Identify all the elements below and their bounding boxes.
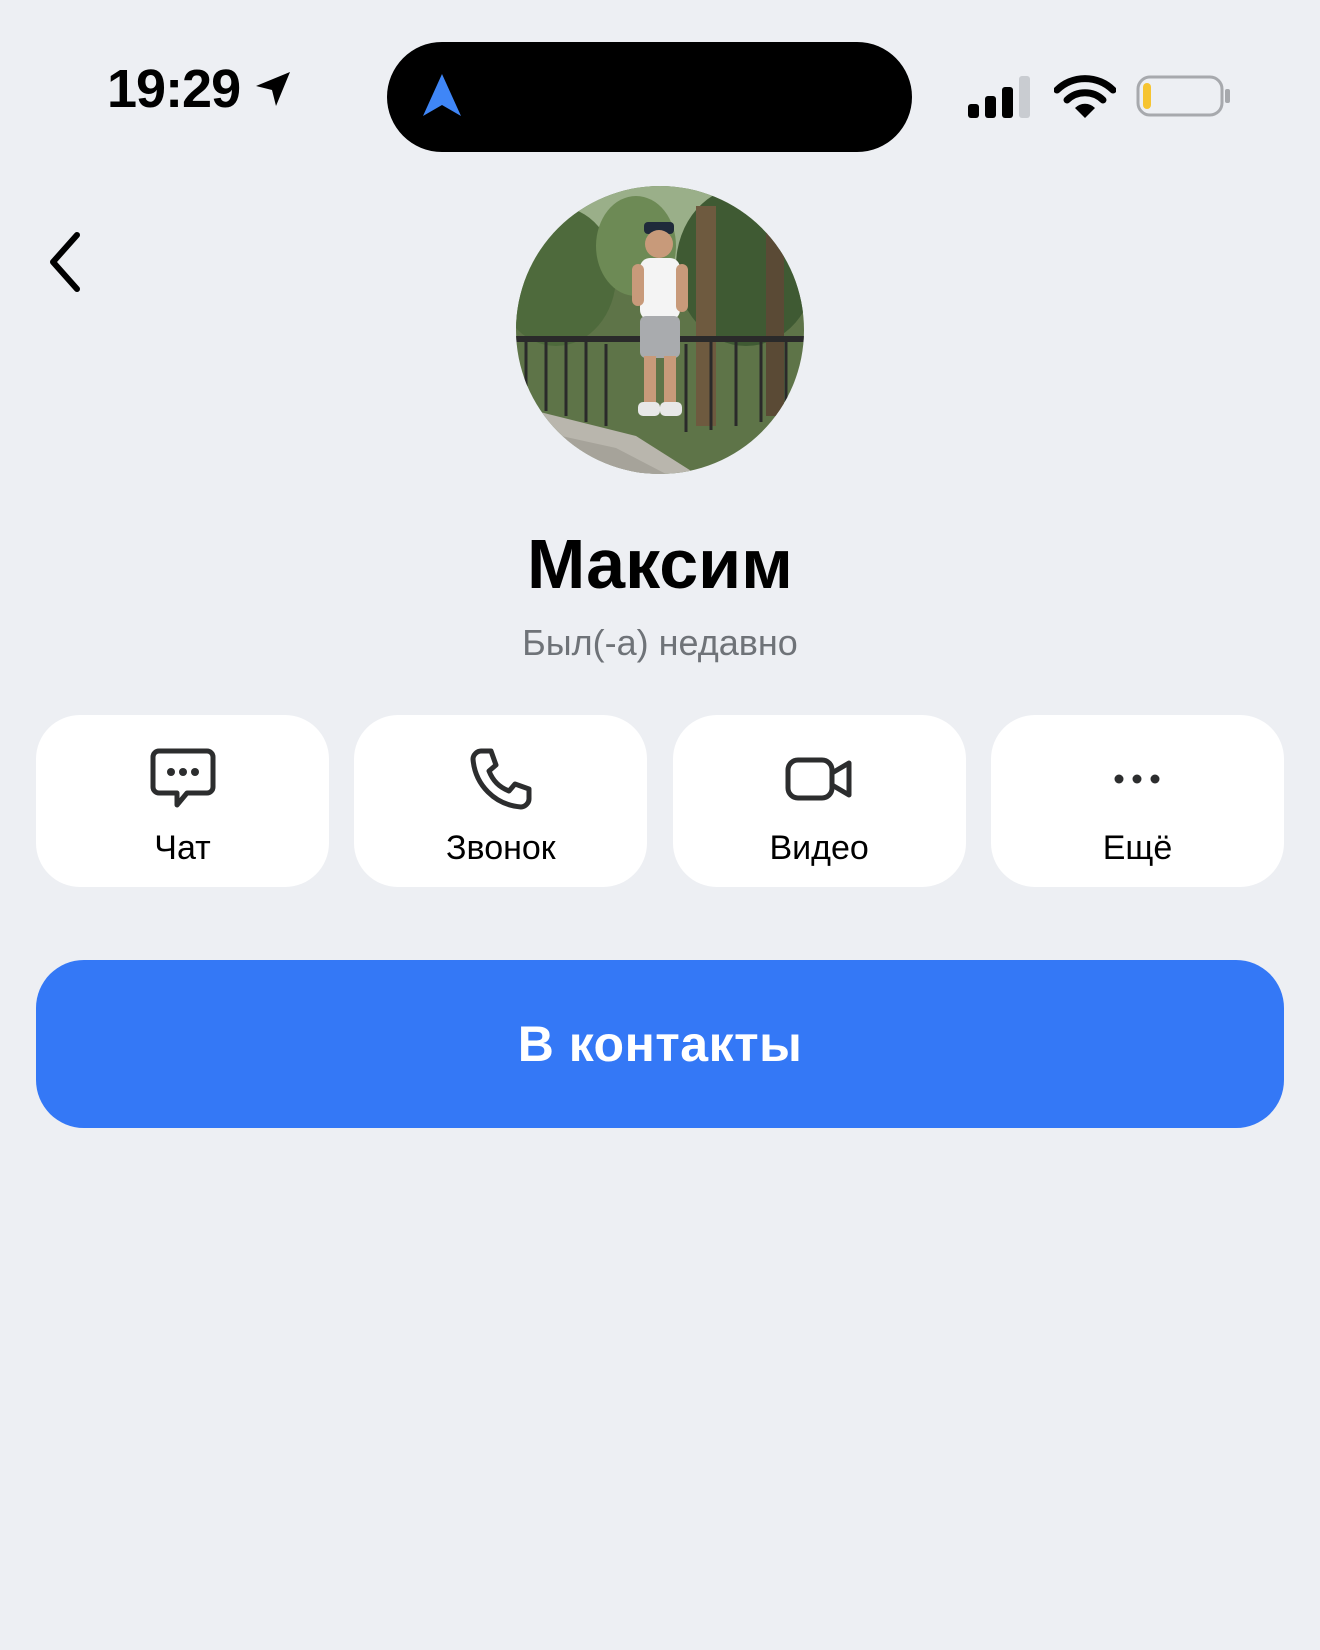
profile-status: Был(-а) недавно xyxy=(522,622,798,663)
phone-icon xyxy=(470,748,532,810)
video-button-label: Видео xyxy=(769,829,869,867)
action-buttons: Чат Звонок Видео Ещё xyxy=(36,715,1284,887)
back-button[interactable] xyxy=(30,222,100,302)
add-to-contacts-label: В контакты xyxy=(517,1016,803,1072)
location-arrow-icon xyxy=(256,72,291,106)
chat-button[interactable]: Чат xyxy=(36,715,329,887)
more-dots-icon xyxy=(1114,774,1160,784)
time-group: 19:29 xyxy=(107,62,294,116)
call-button[interactable]: Звонок xyxy=(354,715,648,887)
chat-bubble-icon xyxy=(150,748,215,808)
video-camera-icon xyxy=(785,757,852,801)
navigation-icon xyxy=(423,74,461,116)
avatar[interactable] xyxy=(516,186,804,474)
more-button-label: Ещё xyxy=(1102,829,1173,867)
wifi-icon xyxy=(1054,75,1116,118)
chevron-left-icon xyxy=(50,232,80,292)
status-bar: 19:29 xyxy=(0,0,1320,190)
more-button[interactable]: Ещё xyxy=(990,715,1284,887)
profile-name: Максим xyxy=(527,525,793,603)
avatar-photo xyxy=(516,186,804,474)
video-button[interactable]: Видео xyxy=(672,715,966,887)
call-button-label: Звонок xyxy=(445,829,556,867)
dynamic-island xyxy=(387,42,912,152)
status-time: 19:29 xyxy=(107,59,241,119)
battery-icon xyxy=(1136,75,1230,117)
add-to-contacts-button[interactable]: В контакты xyxy=(36,960,1284,1128)
chat-button-label: Чат xyxy=(154,829,211,867)
cellular-signal-icon xyxy=(968,76,1030,118)
